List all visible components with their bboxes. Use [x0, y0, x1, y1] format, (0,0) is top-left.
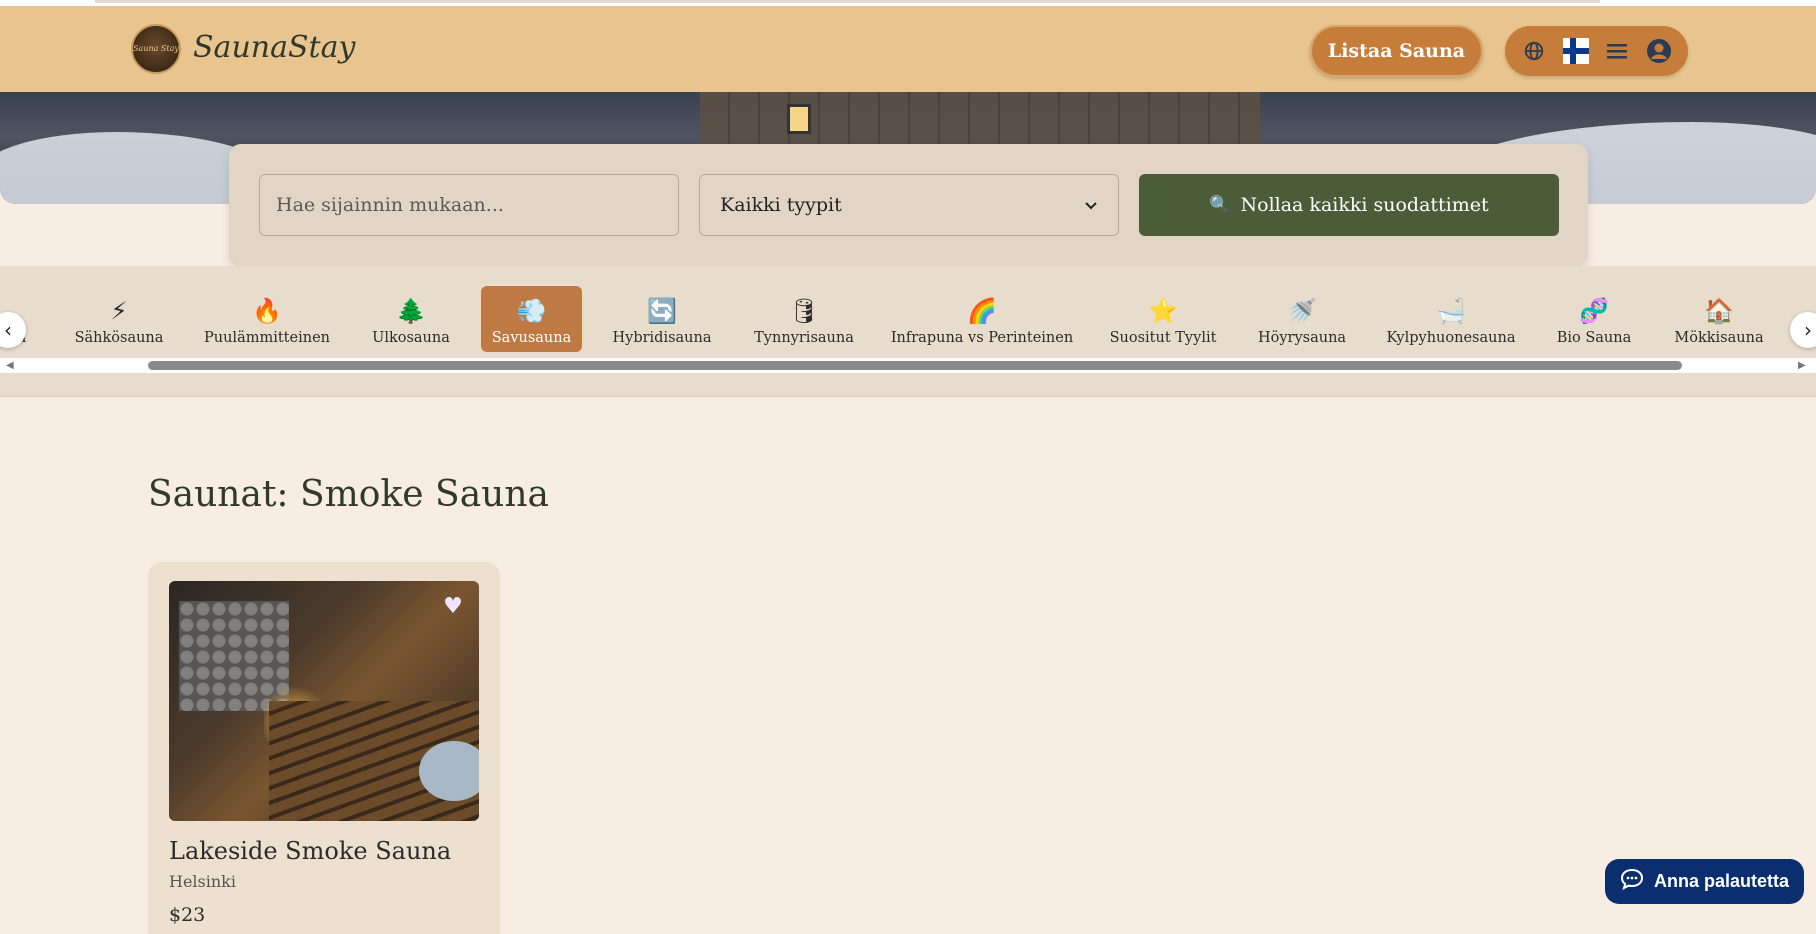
category-item-infrapuna[interactable]: 🌈 Infrapuna vs Perinteinen: [891, 286, 1073, 352]
sauna-card[interactable]: ♥ Lakeside Smoke Sauna Helsinki $23: [148, 562, 500, 934]
dna-icon: 🧬: [1579, 297, 1609, 325]
sauna-price: $23: [169, 904, 206, 926]
fire-icon: 🔥: [252, 297, 282, 325]
site-header: Sauna Stay SaunaStay Listaa Sauna: [0, 6, 1816, 93]
category-label: Bio Sauna: [1556, 330, 1632, 346]
logo-icon[interactable]: Sauna Stay: [131, 24, 181, 74]
bathtub-icon: 🛁: [1436, 297, 1466, 325]
reset-filters-label: Nollaa kaikki suodattimet: [1240, 194, 1489, 216]
heart-icon[interactable]: ♥: [441, 595, 465, 619]
menu-icon[interactable]: [1604, 38, 1630, 64]
search-filter-card: Kaikki tyypit 🔍 Nollaa kaikki suodattime…: [229, 144, 1588, 266]
shower-icon: 🚿: [1287, 297, 1317, 325]
category-label: Höyrysauna: [1257, 330, 1347, 346]
finland-flag-icon[interactable]: [1562, 38, 1589, 64]
category-item-hybridisauna[interactable]: 🔄 Hybridisauna: [612, 286, 712, 352]
category-item-sahkosauna[interactable]: ⚡ Sähkösauna: [74, 286, 164, 352]
rainbow-icon: 🌈: [967, 297, 997, 325]
hero-dock: [700, 92, 1260, 152]
location-search-input[interactable]: [259, 174, 679, 236]
lightning-icon: ⚡: [110, 297, 128, 325]
page-title: Saunat: Smoke Sauna: [148, 474, 549, 515]
reset-filters-button[interactable]: 🔍 Nollaa kaikki suodattimet: [1139, 174, 1559, 236]
chevron-left-icon: ‹: [4, 318, 12, 342]
list-sauna-button[interactable]: Listaa Sauna: [1310, 25, 1483, 77]
category-label: Suositut Tyylit: [1109, 330, 1217, 346]
sauna-location: Helsinki: [169, 872, 236, 891]
category-item-ulkosauna[interactable]: 🌲 Ulkosauna: [370, 286, 452, 352]
brand-name[interactable]: SaunaStay: [193, 30, 355, 65]
category-item-tynnyrisauna[interactable]: 🛢 Tynnyrisauna: [752, 286, 856, 352]
scrollbar-right-arrow-icon[interactable]: ▶: [1798, 360, 1806, 371]
category-item-suositut-tyylit[interactable]: ⭐ Suositut Tyylit: [1108, 286, 1218, 352]
star-icon: ⭐: [1148, 297, 1178, 325]
category-label: Hybridisauna: [612, 330, 712, 346]
globe-icon[interactable]: [1521, 38, 1547, 64]
house-icon: 🏠: [1704, 297, 1734, 325]
category-label: Mökkisauna: [1674, 330, 1764, 346]
category-item-kylpyhuonesauna[interactable]: 🛁 Kylpyhuonesauna: [1386, 286, 1516, 352]
smoke-icon: 💨: [516, 297, 547, 325]
category-item-savusauna[interactable]: 💨 Savusauna: [481, 286, 582, 352]
hero-lantern: [787, 104, 811, 134]
chevron-down-icon: [1084, 194, 1098, 216]
category-label: Sähkösauna: [74, 330, 164, 346]
logo-text: Sauna Stay: [133, 44, 179, 53]
feedback-button[interactable]: Anna palautetta: [1605, 859, 1804, 904]
category-item-hoyrysauna[interactable]: 🚿 Höyrysauna: [1258, 286, 1346, 352]
sauna-type-select[interactable]: Kaikki tyypit: [699, 174, 1119, 236]
category-label: Tynnyrisauna: [754, 330, 854, 346]
category-item-bio-sauna[interactable]: 🧬 Bio Sauna: [1556, 286, 1632, 352]
chevron-right-icon: ›: [1804, 318, 1812, 342]
barrel-icon: 🛢: [788, 297, 820, 325]
search-icon: 🔍: [1209, 195, 1231, 215]
category-label: Ulkosauna: [372, 330, 450, 346]
scrollbar-thumb[interactable]: [148, 361, 1682, 370]
category-label: Savusauna: [491, 330, 572, 346]
category-label: Kylpyhuonesauna: [1386, 330, 1516, 346]
type-select-value: Kaikki tyypit: [720, 194, 842, 216]
sauna-name[interactable]: Lakeside Smoke Sauna: [169, 837, 451, 865]
tree-icon: 🌲: [396, 297, 426, 325]
user-menu-pill[interactable]: [1505, 26, 1688, 76]
scroll-right-button[interactable]: ›: [1790, 312, 1816, 348]
category-scroller[interactable]: a ⚡ Sähkösauna 🔥 Puulämmitteinen 🌲 Ulkos…: [0, 266, 1816, 358]
feedback-label: Anna palautetta: [1653, 871, 1790, 891]
category-item-puulammitteinen[interactable]: 🔥 Puulämmitteinen: [204, 286, 330, 352]
user-icon[interactable]: [1646, 38, 1672, 64]
horizontal-scrollbar[interactable]: ◀ ▶: [0, 358, 1816, 373]
cycle-icon: 🔄: [647, 297, 677, 325]
scrollbar-left-arrow-icon[interactable]: ◀: [6, 360, 14, 371]
chat-icon: [1620, 868, 1644, 895]
category-item-mokkisauna[interactable]: 🏠 Mökkisauna: [1672, 286, 1766, 352]
sauna-photo[interactable]: ♥: [169, 581, 479, 821]
category-bar: a ⚡ Sähkösauna 🔥 Puulämmitteinen 🌲 Ulkos…: [0, 266, 1816, 397]
category-label: Puulämmitteinen: [204, 330, 330, 346]
category-label: Infrapuna vs Perinteinen: [890, 330, 1074, 346]
